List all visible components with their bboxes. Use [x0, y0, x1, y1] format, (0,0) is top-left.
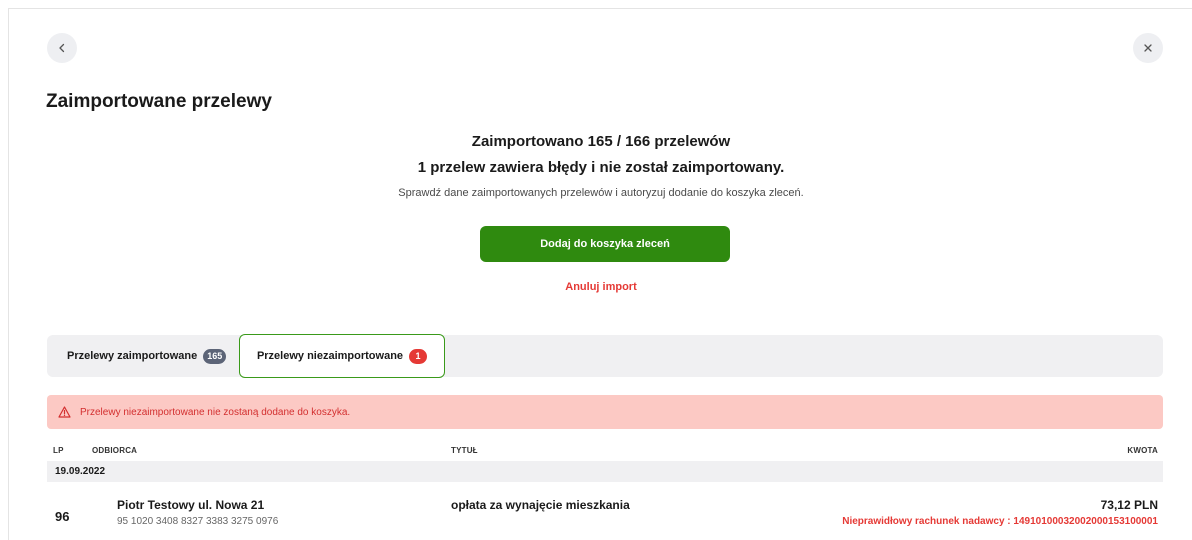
date-group-header: 19.09.2022 [47, 461, 1163, 482]
tab-label: Przelewy niezaimportowane [256, 350, 404, 362]
import-tabs: Przelewy zaimportowane 165 Przelewy niez… [47, 334, 1163, 378]
back-button[interactable] [47, 33, 77, 63]
import-summary-count: Zaimportowano 165 / 166 przelewów [471, 133, 731, 150]
alert-text: Przelewy niezaimportowane nie zostaną do… [80, 406, 351, 418]
column-header-lp: LP [53, 446, 64, 455]
chevron-left-icon [57, 43, 67, 53]
column-header-recipient: ODBIORCA [92, 446, 138, 455]
tab-label: Przelewy zaimportowane [67, 350, 198, 362]
transfer-amount: 73,12 PLN [1100, 498, 1158, 512]
count-badge: 1 [409, 348, 428, 364]
tab-imported-transfers[interactable]: Przelewy zaimportowane 165 [67, 335, 227, 377]
tab-not-imported-transfers[interactable]: Przelewy niezaimportowane 1 [239, 334, 445, 378]
close-button[interactable] [1133, 33, 1163, 63]
add-to-basket-button[interactable]: Dodaj do koszyka zleceń [480, 226, 730, 262]
import-summary-errors: 1 przelew zawiera błędy i nie został zai… [417, 159, 785, 176]
import-summary-description: Sprawdź dane zaimportowanych przelewów i… [398, 187, 804, 199]
cancel-import-link[interactable]: Anuluj import [9, 281, 1192, 293]
row-lp: 96 [55, 509, 70, 524]
column-header-amount: KWOTA [1127, 446, 1158, 455]
row-error-message: Nieprawidłowy rachunek nadawcy : 1491010… [842, 516, 1158, 527]
not-imported-alert: Przelewy niezaimportowane nie zostaną do… [47, 395, 1163, 429]
import-panel: Zaimportowane przelewy Zaimportowano 165… [8, 8, 1192, 540]
warning-triangle-icon [58, 406, 80, 418]
close-icon [1143, 43, 1153, 53]
count-badge: 165 [203, 348, 227, 364]
recipient-name: Piotr Testowy ul. Nowa 21 [117, 498, 265, 512]
column-header-title: TYTUŁ [451, 446, 478, 455]
transfer-title: opłata za wynajęcie mieszkania [451, 498, 630, 512]
page-title: Zaimportowane przelewy [46, 91, 272, 112]
table-row[interactable]: 96 Piotr Testowy ul. Nowa 21 95 1020 340… [47, 489, 1163, 540]
recipient-account: 95 1020 3408 8327 3383 3275 0976 [117, 516, 279, 527]
